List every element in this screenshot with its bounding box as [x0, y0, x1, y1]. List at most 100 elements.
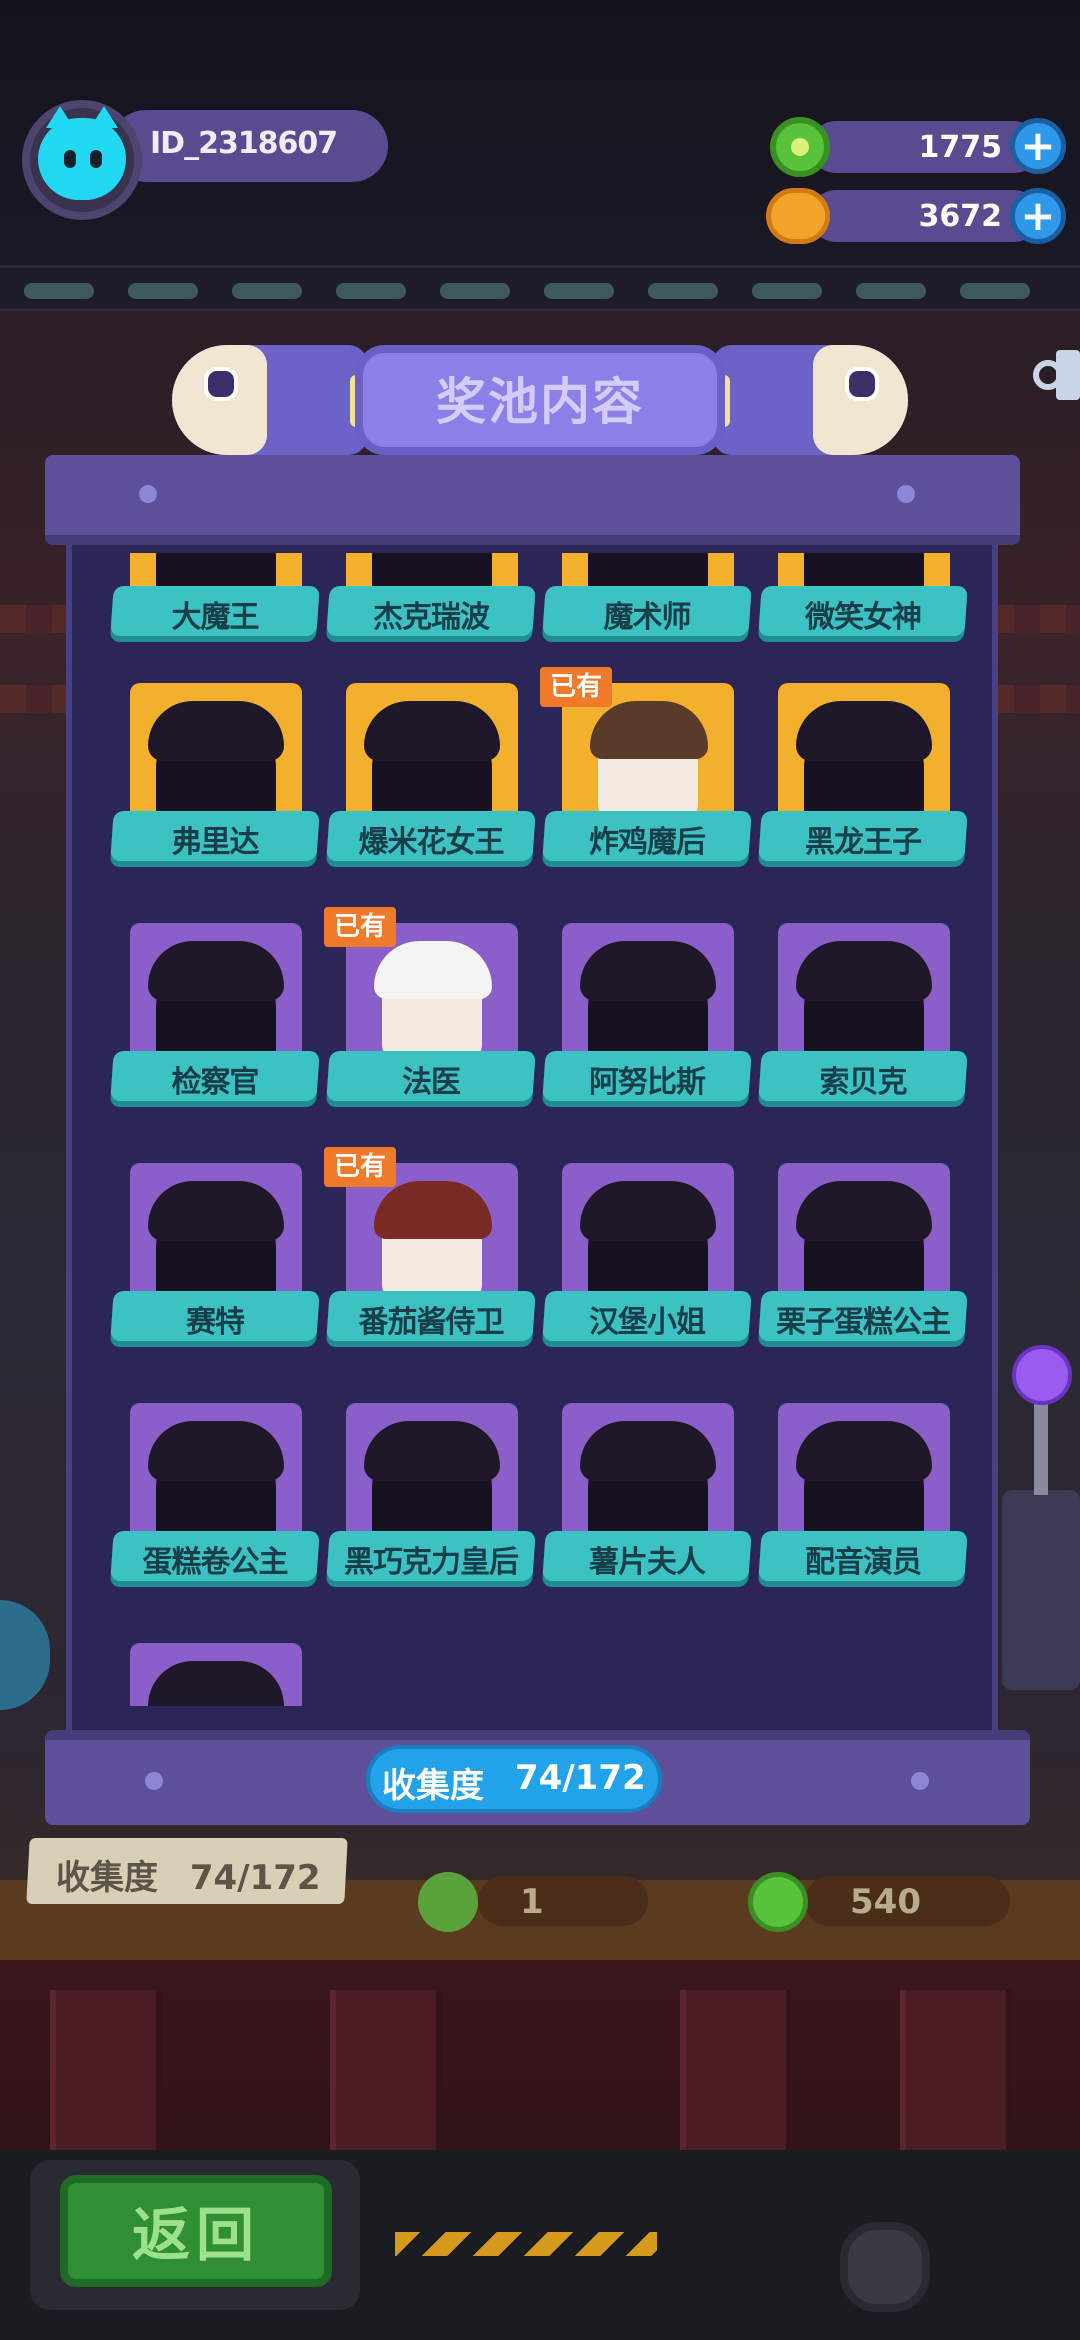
character-card[interactable]: 黑龙王子	[758, 683, 970, 873]
character-silhouette-hair	[364, 1421, 500, 1481]
character-silhouette-hair	[796, 1421, 932, 1481]
collection-label: 收集度	[382, 1766, 484, 1806]
bg-cost-pill	[478, 1876, 648, 1926]
character-name: 大魔王	[171, 600, 260, 635]
character-card[interactable]: 法医 已有	[324, 907, 538, 1113]
character-name: 魔术师	[603, 600, 692, 635]
bg-cost-value: 540	[850, 1882, 921, 1922]
player-id: ID_2318607	[150, 126, 338, 161]
character-silhouette-hair	[580, 941, 716, 1001]
cat-eye	[90, 150, 102, 168]
character-card[interactable]: 微笑女神	[758, 553, 970, 648]
character-name: 汉堡小姐	[589, 1305, 706, 1340]
character-name: 杰克瑞波	[373, 600, 490, 635]
add-coin-button[interactable]: +	[1010, 188, 1066, 244]
character-silhouette-hair	[148, 1181, 284, 1241]
character-card[interactable]: 爆米花女王	[326, 683, 538, 873]
character-card[interactable]: 阿努比斯	[542, 923, 754, 1113]
donut-hole	[791, 138, 809, 156]
cat-avatar-icon	[38, 106, 126, 200]
marquee-light	[544, 283, 614, 299]
character-card[interactable]: 检察官	[110, 923, 322, 1113]
marquee-light	[856, 283, 926, 299]
add-donut-button[interactable]: +	[1010, 118, 1066, 174]
character-silhouette-hair	[364, 701, 500, 761]
character-name: 赛特	[186, 1305, 245, 1340]
coin-currency-value: 3672	[918, 199, 1003, 234]
donut-icon	[748, 1872, 808, 1932]
character-card[interactable]: 番茄酱侍卫 已有	[324, 1147, 538, 1353]
character-name: 黑龙王子	[805, 825, 922, 860]
owned-badge: 已有	[324, 907, 397, 947]
character-card[interactable]: 赛特	[110, 1163, 322, 1353]
character-silhouette-hair	[580, 1421, 716, 1481]
character-card[interactable]: 索贝克	[758, 923, 970, 1113]
character-silhouette-hair	[796, 941, 932, 1001]
planet-coin-icon	[766, 188, 830, 244]
marquee-light	[960, 283, 1030, 299]
bg-cost-value: 1	[520, 1882, 544, 1922]
character-card[interactable]: 弗里达	[110, 683, 322, 873]
character-grid[interactable]: 大魔王 杰克瑞波 魔术师 微笑女神 弗里达 爆米花女王 炸鸡魔后 已有 黑龙王子 检察官 法医 已有阿…	[72, 553, 992, 1706]
rivet	[911, 1772, 929, 1790]
panel-header-bar	[45, 455, 1020, 545]
character-silhouette-hair	[148, 1421, 284, 1481]
bg-collection-label: 收集度	[56, 1858, 158, 1898]
character-card[interactable]: 蛋糕卷公主	[110, 1403, 322, 1593]
character-name: 微笑女神	[805, 600, 922, 635]
lever-base	[1002, 1490, 1080, 1690]
cat-ear	[46, 106, 74, 128]
character-hair	[590, 701, 708, 759]
collection-count: 74/172	[515, 1758, 646, 1798]
character-card[interactable]: 杰克瑞波	[326, 553, 538, 648]
character-card[interactable]: 大魔王	[110, 553, 322, 648]
character-name: 索贝克	[819, 1065, 908, 1100]
marquee-light	[648, 283, 718, 299]
character-name: 弗里达	[171, 825, 260, 860]
character-silhouette-hair	[580, 1181, 716, 1241]
character-card[interactable]: 薯片夫人	[542, 1403, 754, 1593]
marquee-light	[440, 283, 510, 299]
character-hair	[374, 1181, 492, 1239]
rivet	[139, 485, 157, 503]
character-card[interactable]: 炸鸡魔后 已有	[540, 667, 754, 873]
owned-badge: 已有	[540, 667, 613, 707]
character-name: 番茄酱侍卫	[358, 1305, 505, 1340]
character-name: 配音演员	[805, 1545, 922, 1580]
character-hair	[374, 941, 492, 999]
owned-badge: 已有	[324, 1147, 397, 1187]
character-silhouette-hair	[148, 941, 284, 1001]
character-name: 蛋糕卷公主	[142, 1545, 289, 1580]
bg-collection-count: 74/172	[189, 1858, 321, 1898]
marquee-light	[24, 283, 94, 299]
panel-title: 奖池内容	[436, 373, 644, 431]
fish-eye	[845, 367, 879, 401]
marquee-light	[232, 283, 302, 299]
marquee-light	[128, 283, 198, 299]
character-card[interactable]: 汉堡小姐	[542, 1163, 754, 1353]
cucumber-icon	[418, 1872, 478, 1932]
character-name: 薯片夫人	[589, 1545, 706, 1580]
character-card[interactable]: 魔术师	[542, 553, 754, 648]
character-name: 检察官	[171, 1065, 260, 1100]
character-silhouette-hair	[148, 1661, 284, 1706]
character-name: 爆米花女王	[358, 825, 505, 860]
character-card[interactable]: 配音演员	[758, 1403, 970, 1593]
character-card[interactable]: 黑巧克力皇后	[326, 1403, 538, 1593]
character-silhouette-hair	[148, 701, 284, 761]
cat-ear	[90, 106, 118, 128]
character-name: 阿努比斯	[589, 1065, 706, 1100]
rivet	[897, 485, 915, 503]
marquee-light	[336, 283, 406, 299]
clip-icon[interactable]	[1030, 340, 1080, 410]
lever-knob[interactable]	[1012, 1345, 1072, 1405]
character-portrait	[130, 1643, 302, 1706]
character-name: 栗子蛋糕公主	[776, 1305, 951, 1340]
bg-collection-text: 收集度 74/172	[56, 1850, 321, 1899]
back-button-label: 返回	[131, 2201, 260, 2269]
character-name: 法医	[402, 1065, 461, 1100]
donut-currency-value: 1775	[918, 130, 1003, 165]
dial-icon	[840, 2222, 930, 2312]
character-card[interactable]	[112, 1643, 322, 1706]
character-card[interactable]: 栗子蛋糕公主	[758, 1163, 970, 1353]
